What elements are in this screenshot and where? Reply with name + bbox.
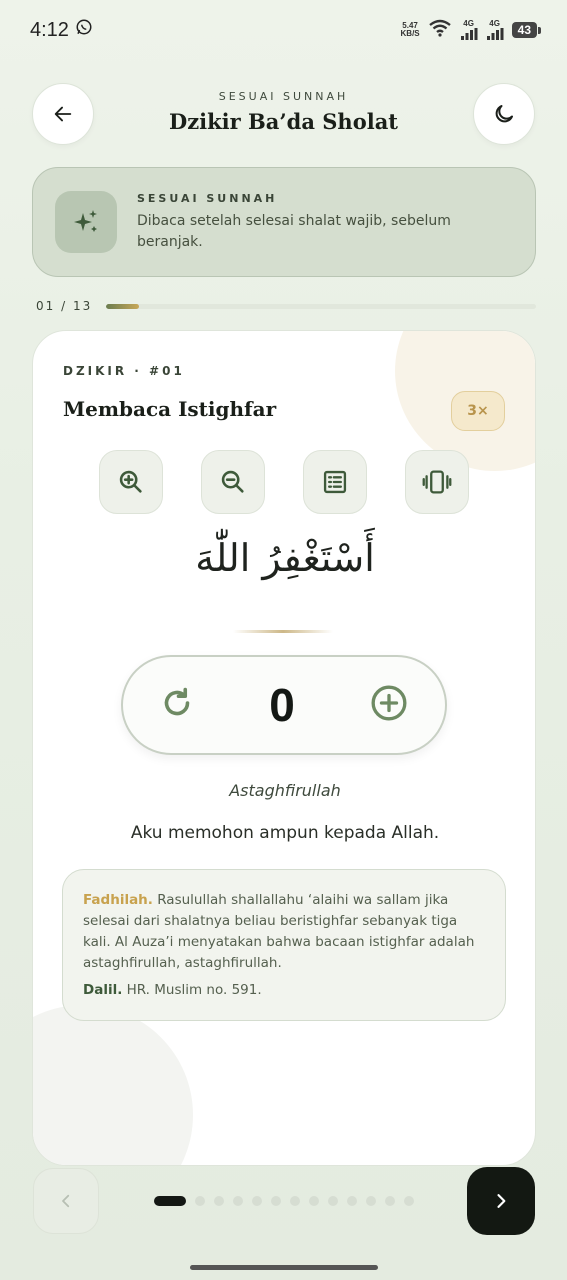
page-dot[interactable]	[366, 1196, 376, 1206]
page-header: SESUAI SUNNAH Dzikir Ba’da Sholat	[100, 90, 467, 134]
vibrate-button[interactable]	[405, 450, 469, 514]
zoom-in-button[interactable]	[99, 450, 163, 514]
vibrate-icon	[422, 470, 452, 494]
dzikir-card: DZIKIR · #01 Membaca Istighfar 3× أَسْتَ…	[32, 330, 536, 1166]
zoom-out-button[interactable]	[201, 450, 265, 514]
progress-row: 01 / 13	[36, 296, 536, 316]
dark-mode-button[interactable]	[473, 83, 535, 145]
progress-bar	[106, 303, 536, 309]
decor-circle	[33, 1005, 193, 1165]
net-speed: 5.47 KB/S	[401, 22, 420, 38]
list-icon	[323, 470, 347, 494]
clock: 4:12	[30, 18, 69, 41]
translation: Aku memohon ampun kepada Allah.	[130, 823, 440, 843]
signal-1-label: 4G	[463, 19, 474, 28]
dalil-text: HR. Muslim no. 591.	[122, 982, 262, 998]
counter-value: 0	[269, 679, 295, 731]
dzikir-title: Membaca Istighfar	[63, 397, 277, 421]
arabic-text: أَسْتَغْفِرُ اللّٰهَ	[195, 536, 375, 580]
prev-button[interactable]	[33, 1168, 99, 1234]
divider	[233, 630, 333, 633]
increment-button[interactable]	[369, 683, 409, 727]
whatsapp-icon	[75, 18, 93, 42]
toolbar	[99, 450, 469, 514]
status-icons: 5.47 KB/S 4G 4G 43	[401, 19, 542, 42]
info-card: SESUAI SUNNAH Dibaca setelah selesai sha…	[32, 167, 536, 277]
dalil-paragraph: Dalil. HR. Muslim no. 591.	[83, 980, 485, 1001]
signal-2: 4G	[486, 20, 504, 40]
dalil-label: Dalil.	[83, 982, 123, 998]
battery-indicator: 43	[511, 22, 542, 38]
back-button[interactable]	[32, 83, 94, 145]
page-dot[interactable]	[309, 1196, 319, 1206]
sparkles-icon	[55, 191, 117, 253]
page-dot[interactable]	[385, 1196, 395, 1206]
signal-bars-icon	[460, 28, 478, 40]
home-indicator[interactable]	[190, 1265, 378, 1270]
fadhilah-label: Fadhilah.	[83, 892, 153, 908]
signal-bars-icon	[486, 28, 504, 40]
zoom-out-icon	[221, 470, 244, 493]
repeat-badge: 3×	[451, 391, 505, 431]
signal-1: 4G	[460, 20, 478, 40]
refresh-icon	[164, 687, 190, 716]
reset-button[interactable]	[159, 685, 195, 725]
page-dot[interactable]	[404, 1196, 414, 1206]
header-overline: SESUAI SUNNAH	[218, 90, 349, 103]
page-dot[interactable]	[271, 1196, 281, 1206]
page-dot[interactable]	[154, 1196, 186, 1206]
next-button[interactable]	[467, 1167, 535, 1235]
list-view-button[interactable]	[303, 450, 367, 514]
fadhilah-paragraph: Fadhilah. Rasulullah shallallahu ‘alaihi…	[83, 890, 485, 974]
status-time: 4:12	[30, 18, 93, 42]
page-title: Dzikir Ba’da Sholat	[168, 109, 398, 134]
page-dot[interactable]	[233, 1196, 243, 1206]
chevron-right-icon	[497, 1194, 506, 1208]
signal-2-label: 4G	[489, 19, 500, 28]
page-dot[interactable]	[290, 1196, 300, 1206]
page-dot[interactable]	[252, 1196, 262, 1206]
dzikir-number: DZIKIR · #01	[63, 364, 185, 378]
page-indicator	[154, 1196, 414, 1206]
page-dot[interactable]	[195, 1196, 205, 1206]
status-bar: 4:12 5.47 KB/S 4G 4G 43	[0, 0, 567, 60]
progress-fill	[106, 303, 140, 309]
arrow-left-icon	[54, 106, 72, 122]
net-speed-unit: KB/S	[400, 29, 420, 38]
page-dot[interactable]	[347, 1196, 357, 1206]
zoom-in-icon	[119, 470, 142, 493]
plus-circle-icon	[371, 685, 407, 721]
progress-count: 01 / 13	[36, 299, 93, 313]
page-dot[interactable]	[328, 1196, 338, 1206]
wifi-icon	[428, 19, 452, 42]
info-description: Dibaca setelah selesai shalat wajib, seb…	[137, 212, 451, 250]
chevron-left-icon	[62, 1194, 70, 1208]
tasbih-counter: 0	[121, 655, 447, 755]
info-kicker: SESUAI SUNNAH	[137, 191, 278, 205]
moon-icon	[495, 105, 513, 123]
transliteration: Astaghfirullah	[229, 781, 341, 800]
fadhilah-box: Fadhilah. Rasulullah shallallahu ‘alaihi…	[62, 869, 506, 1021]
page-dot[interactable]	[214, 1196, 224, 1206]
